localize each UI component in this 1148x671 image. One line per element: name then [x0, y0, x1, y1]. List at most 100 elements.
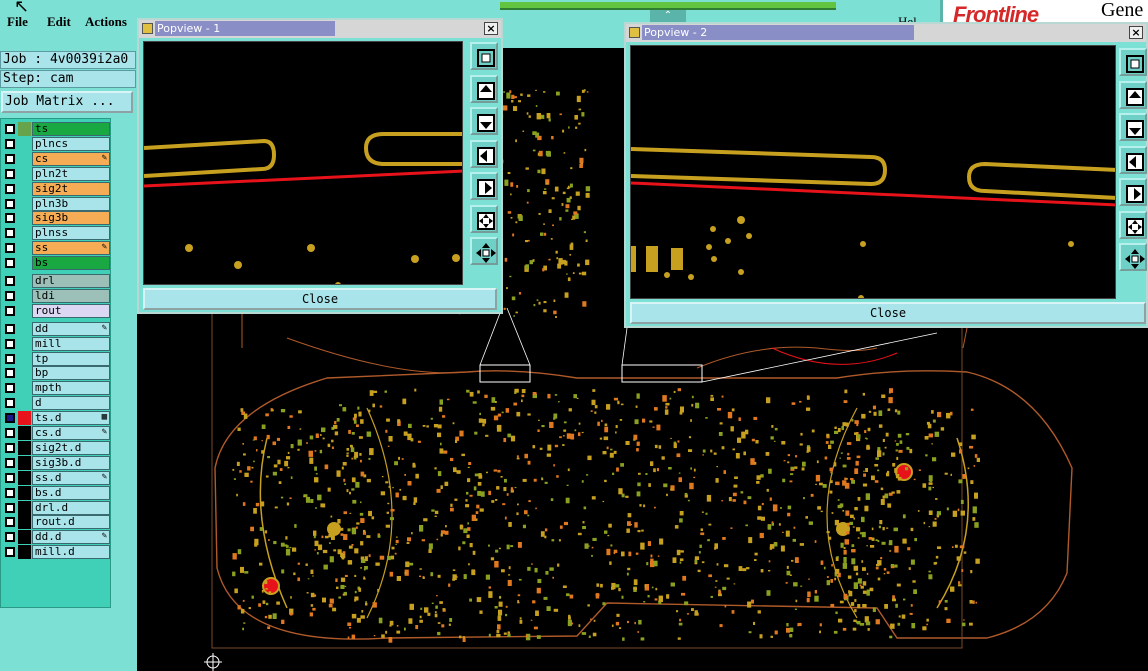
zoom-page-icon[interactable]: [1119, 48, 1147, 76]
layer-color-swatch[interactable]: [18, 122, 31, 136]
layer-row[interactable]: ss.d ✎: [2, 470, 110, 485]
pan-up-icon[interactable]: [1119, 80, 1147, 109]
layer-color-swatch[interactable]: [18, 530, 31, 545]
popview-2-close-button[interactable]: Close: [630, 302, 1146, 324]
menu-actions[interactable]: Actions: [85, 14, 127, 30]
popview-1-close-icon[interactable]: ×: [484, 22, 498, 35]
layer-row[interactable]: plncs: [2, 136, 110, 151]
layer-checkbox[interactable]: [5, 243, 15, 254]
layer-row[interactable]: sig3b.d: [2, 455, 110, 470]
pan-down-icon[interactable]: [470, 107, 498, 135]
layer-row[interactable]: rout.d: [2, 515, 110, 530]
layer-name-label[interactable]: cs: [32, 151, 110, 166]
layer-name-label[interactable]: cs.d: [32, 426, 110, 440]
layer-name-label[interactable]: sig2t: [32, 181, 110, 196]
layer-checkbox[interactable]: [5, 305, 15, 316]
layer-name-label[interactable]: tp: [32, 351, 110, 366]
layer-name-label[interactable]: sig3b: [32, 211, 110, 226]
layer-name-label[interactable]: pln3b: [32, 196, 110, 211]
layer-row[interactable]: mpth: [2, 381, 110, 396]
layer-name-label[interactable]: rout: [32, 303, 110, 318]
layer-name-label[interactable]: dd.d: [32, 530, 110, 545]
menu-edit[interactable]: Edit: [47, 14, 71, 30]
layer-name-label[interactable]: ts: [32, 122, 110, 136]
layer-checkbox[interactable]: [5, 383, 15, 394]
layer-checkbox[interactable]: [5, 413, 15, 424]
layer-row[interactable]: cs ✎: [2, 151, 110, 166]
layer-row[interactable]: tp: [2, 351, 110, 366]
window-menu-icon[interactable]: [142, 23, 153, 34]
layer-name-label[interactable]: sig3b.d: [32, 455, 110, 470]
layer-checkbox[interactable]: [5, 124, 15, 134]
layer-checkbox[interactable]: [5, 398, 15, 409]
layer-name-label[interactable]: bp: [32, 366, 110, 381]
layer-row[interactable]: drl: [2, 274, 110, 288]
layer-name-label[interactable]: pln2t: [32, 166, 110, 181]
layer-checkbox[interactable]: [5, 228, 15, 239]
popview-1-close-button[interactable]: Close: [143, 288, 497, 310]
layer-row[interactable]: pln2t: [2, 166, 110, 181]
layer-row[interactable]: cs.d ✎: [2, 426, 110, 440]
layer-row[interactable]: dd ✎: [2, 321, 110, 336]
layer-color-swatch[interactable]: [18, 411, 31, 426]
layer-name-label[interactable]: bs: [32, 256, 110, 271]
layer-name-label[interactable]: ts.d: [32, 411, 110, 426]
layer-checkbox[interactable]: [5, 338, 15, 349]
layer-name-label[interactable]: drl.d: [32, 500, 110, 515]
popview-2-view[interactable]: [630, 45, 1116, 299]
pan-right-icon[interactable]: [1119, 178, 1147, 206]
layer-checkbox[interactable]: [5, 276, 15, 286]
layer-name-label[interactable]: dd: [32, 321, 110, 336]
popview-1-view[interactable]: [143, 41, 463, 285]
layer-row[interactable]: plnss: [2, 226, 110, 241]
layer-checkbox[interactable]: [5, 258, 15, 269]
layer-checkbox[interactable]: [5, 168, 15, 179]
zoom-out-icon[interactable]: [1119, 243, 1147, 271]
zoom-in-icon[interactable]: [1119, 210, 1147, 239]
popview-2-close-icon[interactable]: ×: [1129, 26, 1143, 39]
layer-checkbox[interactable]: [5, 153, 15, 164]
layer-row[interactable]: sig2t.d: [2, 440, 110, 455]
layer-name-label[interactable]: mill.d: [32, 545, 110, 560]
layer-name-label[interactable]: drl: [32, 274, 110, 288]
layer-row[interactable]: bs.d: [2, 485, 110, 500]
pan-left-icon[interactable]: [1119, 145, 1147, 174]
layer-color-swatch[interactable]: [18, 470, 31, 485]
layer-row[interactable]: bs: [2, 256, 110, 271]
layer-name-label[interactable]: d: [32, 396, 110, 411]
layer-row[interactable]: ts.d ▦: [2, 411, 110, 426]
layer-name-label[interactable]: bs.d: [32, 485, 110, 500]
layer-checkbox[interactable]: [5, 472, 15, 483]
layer-row[interactable]: mill.d: [2, 545, 110, 560]
layer-name-label[interactable]: ss.d: [32, 470, 110, 485]
layer-checkbox[interactable]: [5, 502, 15, 513]
layer-row[interactable]: rout: [2, 303, 110, 318]
layer-checkbox[interactable]: [5, 183, 15, 194]
layer-color-swatch[interactable]: [18, 440, 31, 455]
layer-checkbox[interactable]: [5, 428, 15, 438]
pan-right-icon[interactable]: [470, 172, 498, 200]
layer-checkbox[interactable]: [5, 138, 15, 149]
layer-checkbox[interactable]: [5, 457, 15, 468]
layer-name-label[interactable]: sig2t.d: [32, 440, 110, 455]
popview-1-titlebar[interactable]: Popview - 1 ×: [139, 20, 501, 38]
layer-row[interactable]: sig2t: [2, 181, 110, 196]
zoom-in-icon[interactable]: [470, 204, 498, 233]
layer-name-label[interactable]: mill: [32, 336, 110, 351]
layer-checkbox[interactable]: [5, 547, 15, 558]
layer-checkbox[interactable]: [5, 517, 15, 528]
zoom-out-icon[interactable]: [470, 237, 498, 265]
layer-row[interactable]: drl.d: [2, 500, 110, 515]
layer-row[interactable]: ldi: [2, 288, 110, 303]
layer-name-label[interactable]: rout.d: [32, 515, 110, 530]
layer-color-swatch[interactable]: [18, 515, 31, 530]
layer-row[interactable]: dd.d ✎: [2, 530, 110, 545]
layer-name-label[interactable]: plnss: [32, 226, 110, 241]
layer-name-label[interactable]: plncs: [32, 136, 110, 151]
layer-checkbox[interactable]: [5, 198, 15, 209]
layer-row[interactable]: pln3b: [2, 196, 110, 211]
layer-checkbox[interactable]: [5, 213, 15, 224]
popview-2-titlebar[interactable]: Popview - 2 ×: [626, 24, 1146, 42]
layer-row[interactable]: sig3b: [2, 211, 110, 226]
layer-checkbox[interactable]: [5, 323, 15, 334]
